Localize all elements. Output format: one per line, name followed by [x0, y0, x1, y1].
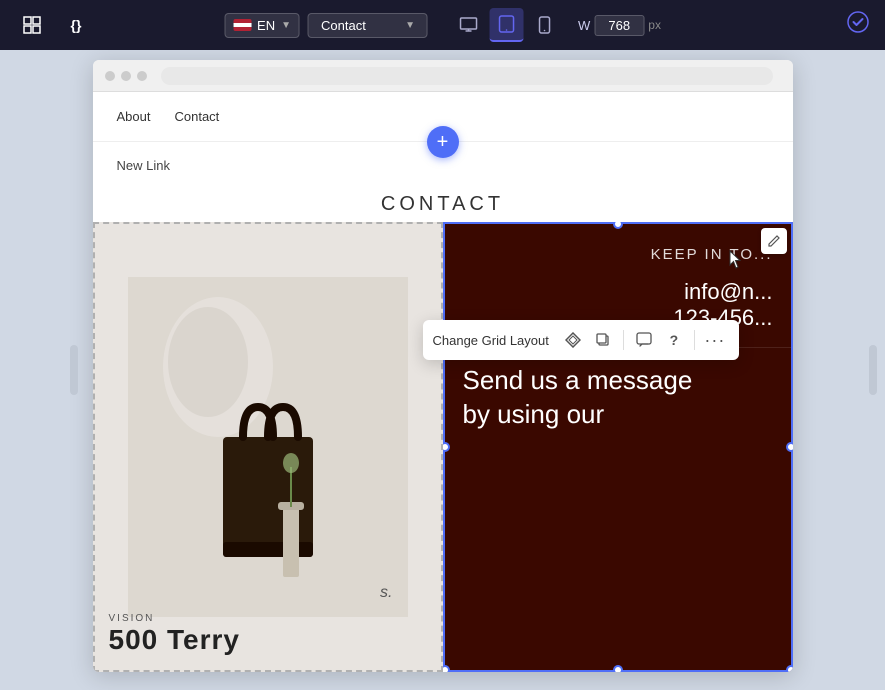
diamond-icon-button[interactable]: [559, 326, 587, 354]
desktop-button[interactable]: [452, 8, 486, 42]
vision-overlay: VISION 500 Terry: [109, 613, 240, 656]
section-header: + New Link CONTACT: [93, 142, 793, 222]
more-options-button[interactable]: ···: [701, 326, 729, 354]
handle-bottom-right[interactable]: [786, 665, 793, 672]
right-resize-handle[interactable]: [869, 345, 877, 395]
copy-icon-button[interactable]: [589, 326, 617, 354]
page-chevron-icon: ▼: [405, 20, 415, 31]
width-value[interactable]: 768: [594, 15, 644, 36]
grid-icon[interactable]: [16, 9, 48, 41]
confirm-button[interactable]: [847, 11, 869, 39]
toolbar-left: {}: [16, 9, 92, 41]
floating-toolbar-label: Change Grid Layout: [433, 333, 549, 348]
top-toolbar: {} EN ▼ Contact ▼: [0, 0, 885, 50]
right-col-bottom: Send us a message by using our: [443, 347, 793, 448]
nav-about[interactable]: About: [117, 109, 151, 124]
email-text: info@n...: [463, 279, 773, 305]
lang-chevron-icon: ▼: [281, 20, 291, 31]
contact-title: CONTACT: [381, 179, 504, 222]
toolbar-right: [847, 11, 869, 39]
floating-toolbar: Change Grid Layout ?: [423, 320, 739, 360]
page-label: Contact: [321, 18, 366, 33]
toolbar-center: EN ▼ Contact ▼: [224, 8, 661, 42]
brand-s: s.: [380, 584, 392, 602]
flag-icon: [233, 19, 251, 31]
plus-icon: +: [437, 131, 449, 154]
browser-dot-3: [137, 71, 147, 81]
toolbar-divider: [623, 330, 624, 350]
nav-contact[interactable]: Contact: [174, 109, 219, 124]
add-section-button[interactable]: +: [427, 126, 459, 158]
browser-chrome: [93, 60, 793, 92]
vision-label: VISION: [109, 613, 240, 624]
lang-label: EN: [257, 18, 275, 33]
left-column: s. VISION 500 Terry Created on Editor X: [93, 222, 443, 672]
canvas-wrapper: About Contact Section #section1 + New Li…: [0, 50, 885, 690]
width-unit: px: [648, 18, 661, 32]
handle-bottom-mid[interactable]: [613, 665, 623, 672]
keep-in-touch: KEEP IN TO...: [463, 246, 773, 263]
bag-illustration: [93, 222, 443, 672]
toolbar-divider-2: [694, 330, 695, 350]
tablet-button[interactable]: [490, 8, 524, 42]
help-icon-button[interactable]: ?: [660, 326, 688, 354]
site-frame: About Contact Section #section1 + New Li…: [93, 60, 793, 672]
right-column: × Container #box7 KEEP IN TO... info@n..…: [443, 222, 793, 672]
page-selector[interactable]: Contact ▼: [308, 13, 428, 38]
code-icon[interactable]: {}: [60, 9, 92, 41]
mobile-button[interactable]: [528, 8, 562, 42]
new-link-label: New Link: [117, 158, 170, 173]
content-area: s. VISION 500 Terry Created on Editor X: [93, 222, 793, 672]
width-control: W 768 px: [578, 15, 661, 36]
chat-icon-button[interactable]: [630, 326, 658, 354]
handle-bottom-left[interactable]: [443, 665, 450, 672]
edit-button[interactable]: [761, 228, 787, 254]
browser-dot-1: [105, 71, 115, 81]
language-selector[interactable]: EN ▼: [224, 13, 300, 38]
send-msg-text: Send us a message by using our: [463, 364, 773, 432]
browser-dot-2: [121, 71, 131, 81]
width-label: W: [578, 18, 590, 33]
left-resize-handle[interactable]: [70, 345, 78, 395]
device-buttons: [452, 8, 562, 42]
browser-url-bar: [161, 67, 773, 85]
terry-text: 500 Terry: [109, 624, 240, 656]
